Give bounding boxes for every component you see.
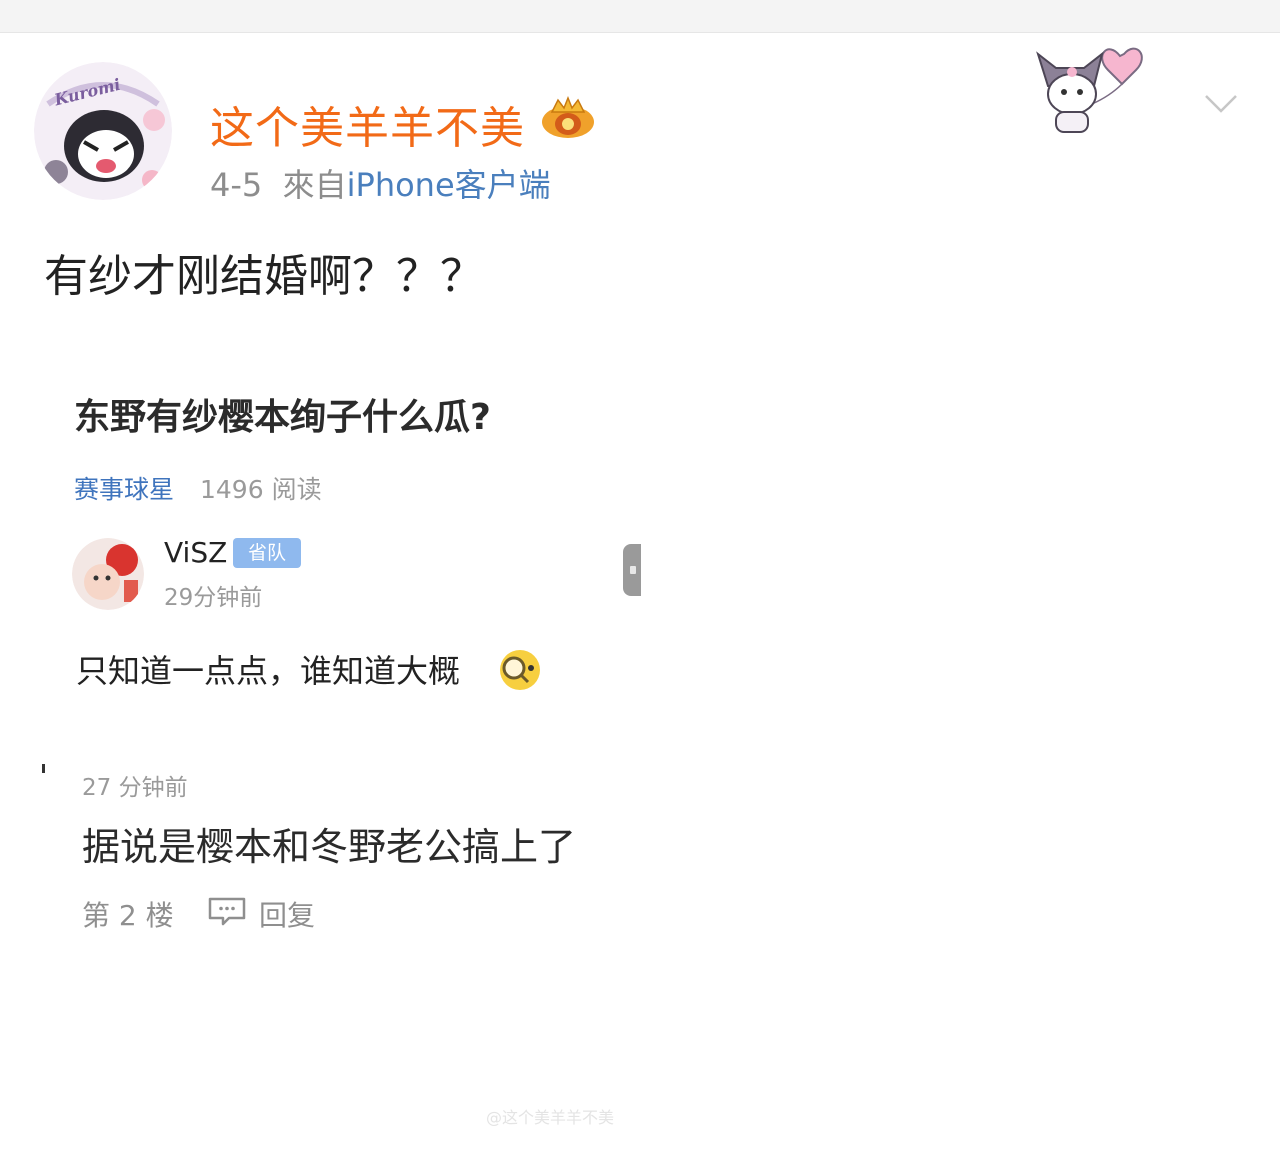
magnifier-emoji-icon xyxy=(496,646,542,692)
user-avatar[interactable]: Kuromi xyxy=(34,62,172,200)
top-bar xyxy=(0,0,1280,33)
reply-label: 回复 xyxy=(259,899,316,932)
post-text: 有纱才刚结婚啊？？？ xyxy=(44,251,484,302)
post-date: 4-5 xyxy=(210,166,263,204)
reply-time: 27 分钟前 xyxy=(82,775,188,801)
commenter-name: ViSZ xyxy=(164,536,228,569)
commenter-avatar xyxy=(72,538,144,610)
commenter-badge: 省队 xyxy=(233,538,301,568)
post-meta: 4-5 來自iPhone客户端 xyxy=(210,160,551,206)
kuromi-balloon-decoration xyxy=(1028,34,1154,138)
crown-badge-icon xyxy=(540,95,596,140)
chevron-down-icon[interactable] xyxy=(1204,86,1238,120)
comment-time: 29分钟前 xyxy=(164,585,263,611)
comment-bubble-icon xyxy=(207,896,247,926)
source-link[interactable]: iPhone客户端 xyxy=(347,166,551,204)
side-handle xyxy=(623,544,641,596)
watermark: @这个美羊羊不美 xyxy=(486,1108,615,1127)
divider-mark xyxy=(42,764,45,773)
embedded-post-title: 东野有纱樱本绚子什么瓜? xyxy=(74,397,491,438)
source-prefix: 來自 xyxy=(282,166,347,204)
comment-text: 只知道一点点，谁知道大概 xyxy=(76,652,461,690)
floor-number: 第 2 楼 xyxy=(82,899,174,932)
username[interactable]: 这个美羊羊不美 xyxy=(210,92,525,156)
embedded-read-count: 1496 阅读 xyxy=(200,475,322,504)
reply-text: 据说是樱本和冬野老公搞上了 xyxy=(82,825,577,869)
embedded-category: 赛事球星 xyxy=(74,475,175,504)
